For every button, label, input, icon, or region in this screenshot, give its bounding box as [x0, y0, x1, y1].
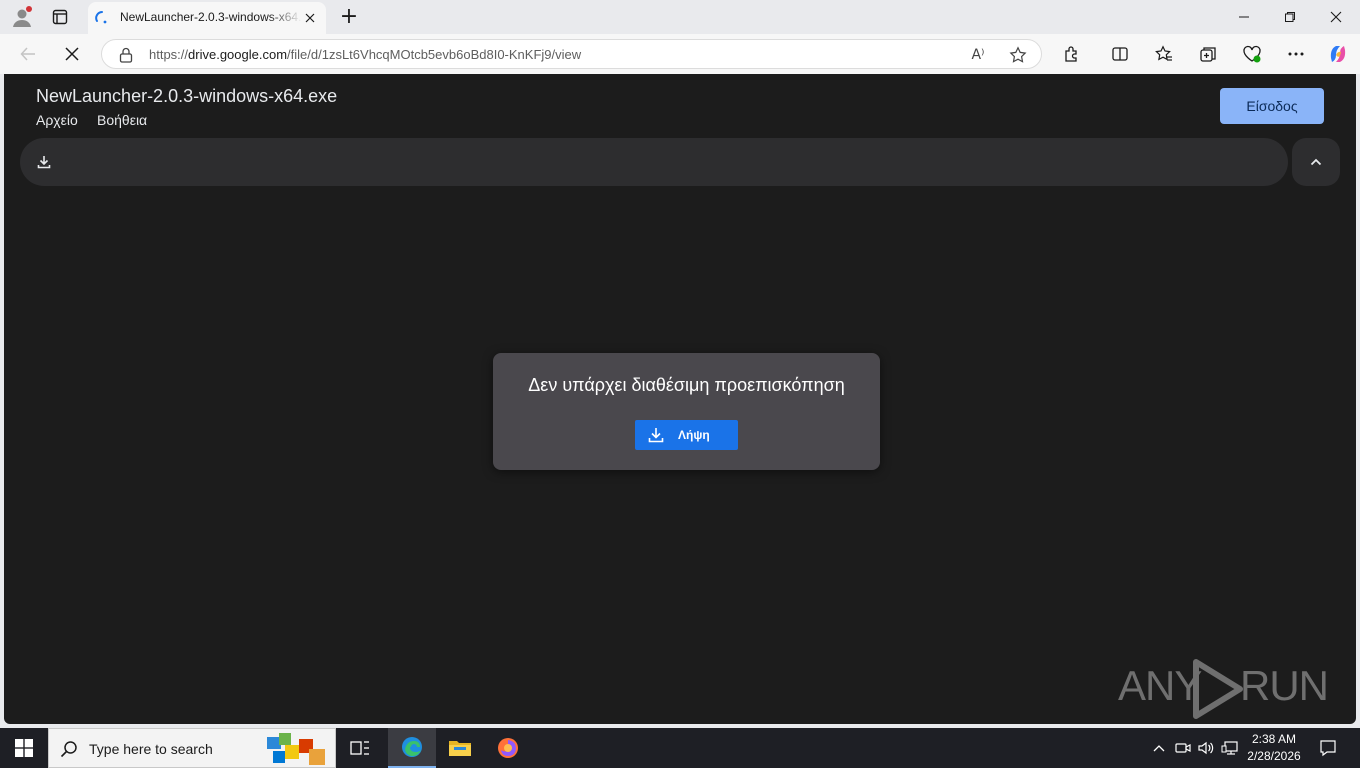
favorite-star-icon[interactable]	[1008, 45, 1028, 65]
site-info-lock-icon[interactable]	[118, 47, 134, 63]
extensions-icon[interactable]	[1058, 40, 1086, 68]
menu-file[interactable]: Αρχείο	[36, 112, 78, 128]
firefox-icon	[498, 738, 518, 758]
collections-icon[interactable]	[1194, 40, 1222, 68]
notifications-icon[interactable]	[1316, 736, 1340, 760]
watermark-left: ANY	[1118, 662, 1202, 709]
edge-icon	[402, 737, 422, 757]
download-button-label: Λήψη	[678, 428, 710, 442]
copilot-icon[interactable]	[1324, 40, 1352, 68]
folder-icon	[449, 741, 471, 756]
signin-button[interactable]: Είσοδος	[1220, 88, 1324, 124]
viewer-toolbar	[20, 138, 1288, 186]
address-bar[interactable]: https://drive.google.com/file/d/1zsLt6Vh…	[101, 39, 1042, 69]
more-options-icon[interactable]	[1282, 40, 1310, 68]
show-hidden-icons-button[interactable]	[1150, 738, 1168, 758]
split-screen-icon[interactable]	[1106, 40, 1134, 68]
back-arrow-icon	[20, 47, 35, 61]
browser-essentials-icon[interactable]	[1238, 40, 1266, 68]
url-text[interactable]: https://drive.google.com/file/d/1zsLt6Vh…	[149, 47, 581, 62]
browser-toolbar: https://drive.google.com/file/d/1zsLt6Vh…	[0, 34, 1360, 74]
task-view-icon	[350, 741, 369, 755]
stop-icon	[65, 47, 79, 61]
read-aloud-icon[interactable]: A⁾	[968, 45, 988, 65]
collapse-toolbar-button[interactable]	[1292, 138, 1340, 186]
search-placeholder: Type here to search	[89, 741, 213, 757]
play-logo-icon	[1193, 659, 1243, 719]
minimize-button[interactable]	[1224, 4, 1264, 30]
download-icon	[647, 426, 665, 444]
start-button[interactable]	[0, 728, 48, 768]
close-icon	[1330, 11, 1342, 23]
clock-time[interactable]: 2:38 AM	[1248, 732, 1300, 746]
profile-icon[interactable]	[8, 4, 36, 30]
close-window-button[interactable]	[1316, 4, 1356, 30]
favorites-icon[interactable]	[1150, 40, 1178, 68]
chevron-up-icon	[1306, 152, 1326, 172]
drive-viewer: NewLauncher-2.0.3-windows-x64.exe Αρχείο…	[4, 74, 1356, 724]
download-icon[interactable]	[34, 152, 54, 172]
url-path: /file/d/1zsLt6VhcqMOtcb5evb6oBd8I0-KnKFj…	[287, 47, 582, 62]
url-host: drive.google.com	[188, 47, 288, 62]
restore-icon	[1285, 12, 1295, 22]
windows-logo-icon	[15, 739, 33, 757]
tab-strip: NewLauncher-2.0.3-windows-x64.exe +	[0, 0, 1360, 34]
network-icon[interactable]	[1219, 738, 1241, 758]
taskbar: Type here to search 2:38 AM 2/28/2026	[0, 728, 1360, 768]
tab-actions-icon[interactable]	[46, 4, 74, 30]
url-scheme: https://	[149, 47, 189, 62]
tab-title-fade	[268, 8, 302, 28]
chevron-up-icon	[1153, 745, 1165, 752]
stop-loading-button[interactable]	[58, 40, 86, 68]
loading-spinner-icon	[94, 10, 110, 26]
file-title: NewLauncher-2.0.3-windows-x64.exe	[36, 86, 338, 106]
task-view-button[interactable]	[340, 728, 380, 768]
close-tab-icon[interactable]	[302, 10, 318, 26]
meet-now-icon[interactable]	[1173, 738, 1193, 758]
download-button[interactable]: Λήψη	[635, 420, 738, 450]
new-tab-button[interactable]: +	[336, 4, 362, 30]
restore-button[interactable]	[1270, 4, 1310, 30]
menu-help[interactable]: Βοήθεια	[97, 112, 147, 128]
taskbar-edge-button[interactable]	[388, 728, 436, 768]
taskbar-search[interactable]: Type here to search	[48, 728, 336, 768]
watermark-right: RUN	[1240, 662, 1329, 709]
volume-icon[interactable]	[1196, 738, 1216, 758]
tab-active[interactable]: NewLauncher-2.0.3-windows-x64.exe	[88, 2, 326, 34]
clock-date[interactable]: 2/28/2026	[1244, 749, 1304, 763]
no-preview-message: Δεν υπάρχει διαθέσιμη προεπισκόπηση	[528, 375, 845, 395]
no-preview-card: Δεν υπάρχει διαθέσιμη προεπισκόπηση Λήψη	[493, 353, 880, 470]
taskbar-file-explorer-button[interactable]	[436, 728, 484, 768]
new-tab-icon: +	[339, 4, 359, 29]
back-button[interactable]	[14, 40, 42, 68]
taskbar-firefox-button[interactable]	[484, 728, 532, 768]
search-highlight-icon	[265, 731, 329, 767]
minimize-icon	[1239, 16, 1249, 18]
search-icon	[59, 739, 79, 759]
